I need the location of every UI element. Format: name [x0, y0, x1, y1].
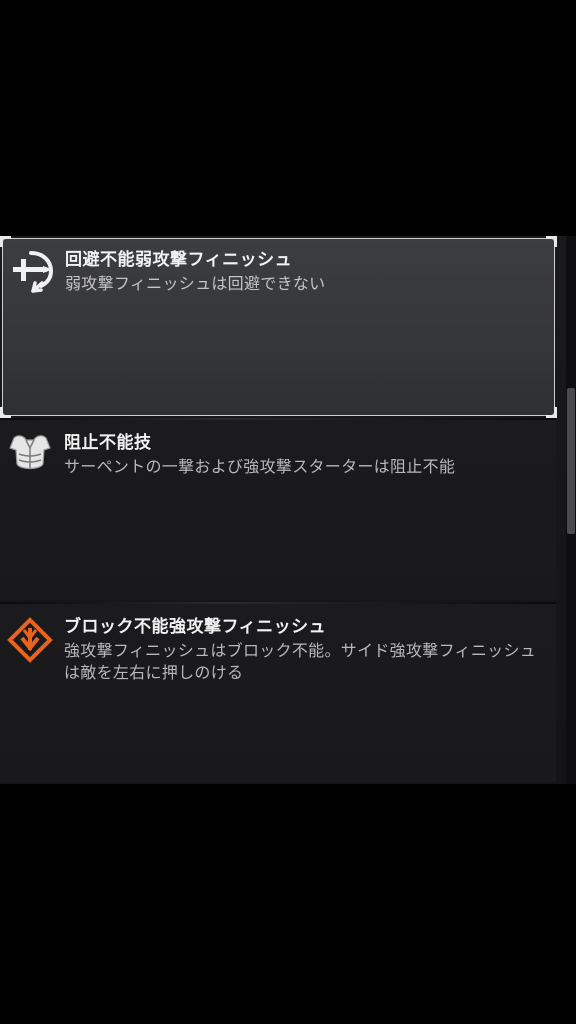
ability-title: ブロック不能強攻撃フィニッシュ	[64, 617, 327, 637]
ability-title: 阻止不能技	[64, 433, 152, 453]
unblockable-light-finisher-icon	[9, 247, 57, 295]
selection-corner	[546, 407, 557, 418]
ability-card-unblockable[interactable]: ブロック不能強攻撃フィニッシュ 強攻撃フィニッシュはブロック不能。サイド強攻撃フ…	[0, 604, 556, 782]
selection-corner	[0, 407, 11, 418]
abilities-panel: 回避不能弱攻撃フィニッシュ 弱攻撃フィニッシュは回避できない 阻止不能技 サーペ…	[0, 236, 576, 784]
ability-title: 回避不能弱攻撃フィニッシュ	[65, 250, 293, 270]
ability-description: サーペントの一撃および強攻撃スターターは阻止不能	[64, 457, 456, 476]
selection-corner	[546, 236, 557, 247]
ability-card-unstoppable[interactable]: 阻止不能技 サーペントの一撃および強攻撃スターターは阻止不能	[0, 420, 556, 600]
ability-description: 弱攻撃フィニッシュは回避できない	[65, 274, 326, 293]
scrollbar-thumb[interactable]	[567, 388, 575, 534]
armor-chest-icon	[6, 428, 54, 476]
ability-description: 強攻撃フィニッシュはブロック不能。サイド強攻撃フィニッシュは敵を左右に押しのける	[64, 641, 537, 682]
unblockable-orange-diamond-icon	[6, 616, 54, 664]
selection-corner	[0, 236, 11, 247]
ability-card-dodge-unavoidable[interactable]: 回避不能弱攻撃フィニッシュ 弱攻撃フィニッシュは回避できない	[0, 236, 557, 418]
